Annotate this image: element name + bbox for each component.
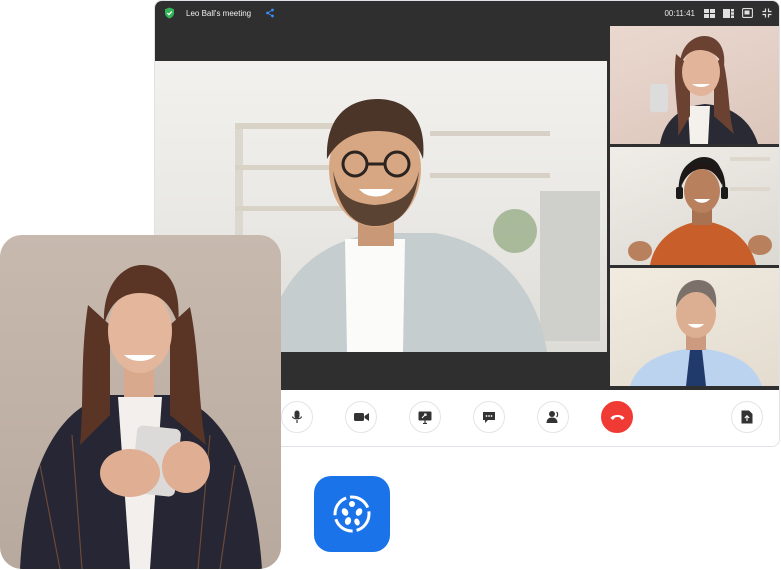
mobile-participant-card [0, 235, 281, 569]
participants-icon[interactable] [537, 401, 569, 433]
grid-layout-icon[interactable] [703, 7, 716, 19]
shield-check-icon [163, 7, 175, 19]
participant-2-image [628, 157, 772, 265]
phone-hangup-icon[interactable] [601, 401, 633, 433]
title-bar: Leo Ball's meeting 00:11:41 [155, 1, 779, 25]
tile-view-icon[interactable] [722, 7, 735, 19]
video-camera-icon[interactable] [345, 401, 377, 433]
participant-tile-2[interactable] [610, 147, 779, 265]
chat-icon[interactable] [473, 401, 505, 433]
microphone-icon[interactable] [281, 401, 313, 433]
mobile-participant-image [20, 265, 262, 569]
participant-tile-3[interactable] [610, 268, 779, 386]
screen-share-icon[interactable] [409, 401, 441, 433]
participant-1-image [650, 36, 758, 144]
participant-3-image [630, 280, 762, 386]
meeting-title: Leo Ball's meeting [186, 8, 252, 18]
title-bar-actions: 00:11:41 [664, 1, 773, 25]
exit-fullscreen-icon[interactable] [760, 7, 773, 19]
picture-in-picture-icon[interactable] [741, 7, 754, 19]
share-icon[interactable] [265, 8, 275, 18]
file-upload-icon[interactable] [731, 401, 763, 433]
app-logo-icon [314, 476, 390, 552]
participant-tile-1[interactable] [610, 26, 779, 144]
meeting-timer: 00:11:41 [664, 8, 695, 18]
